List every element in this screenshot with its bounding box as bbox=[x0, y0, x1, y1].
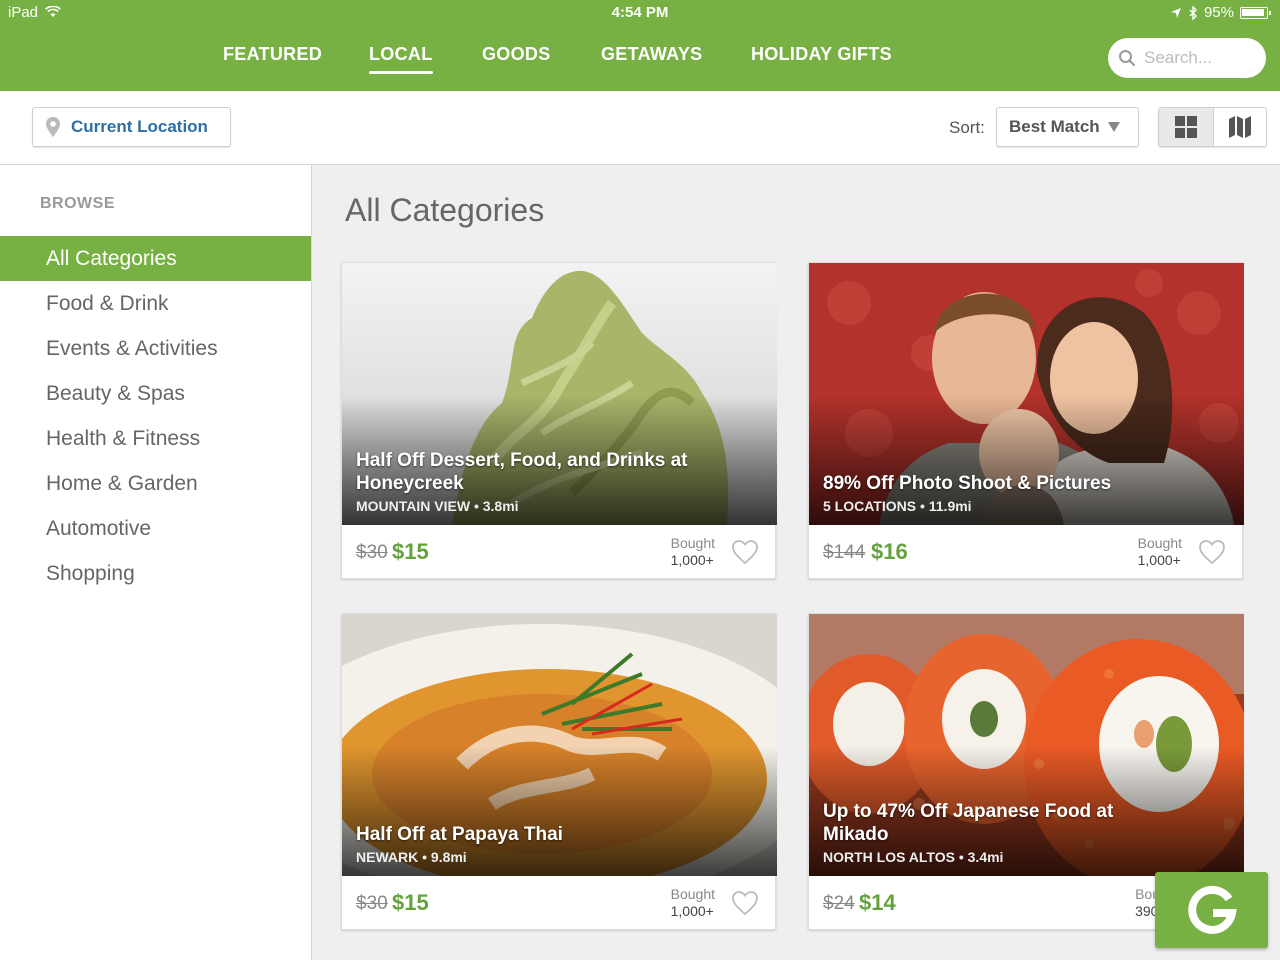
location-arrow-icon bbox=[1170, 7, 1181, 18]
deal-price: $15 bbox=[392, 890, 429, 915]
deal-image-photo-shoot: 89% Off Photo Shoot & Pictures 5 LOCATIO… bbox=[809, 263, 1244, 525]
sort-value: Best Match bbox=[1009, 117, 1100, 136]
deal-location: MOUNTAIN VIEW • 3.8mi bbox=[356, 498, 519, 514]
bought-count: Bought 1,000+ bbox=[1138, 535, 1182, 569]
sidebar-item-shopping[interactable]: Shopping bbox=[0, 551, 311, 596]
chevron-down-icon bbox=[1107, 122, 1120, 132]
deal-price: $14 bbox=[859, 890, 896, 915]
deal-price: $16 bbox=[871, 539, 908, 564]
sidebar-item-food-drink[interactable]: Food & Drink bbox=[0, 281, 311, 326]
map-icon bbox=[1228, 116, 1251, 138]
original-price: $30 bbox=[356, 542, 388, 563]
deal-location: 5 LOCATIONS • 11.9mi bbox=[823, 498, 972, 514]
sort-dropdown[interactable]: Best Match bbox=[996, 107, 1139, 147]
page-title: All Categories bbox=[345, 192, 545, 228]
bought-label: Bought bbox=[670, 886, 715, 902]
heart-icon[interactable] bbox=[731, 890, 759, 916]
deal-image-dessert: Half Off Dessert, Food, and Drinks at Ho… bbox=[342, 263, 777, 525]
tab-goods[interactable]: GOODS bbox=[482, 44, 551, 65]
grid-icon bbox=[1174, 116, 1197, 138]
deal-title: Half Off Dessert, Food, and Drinks at Ho… bbox=[356, 450, 688, 494]
bought-label: Bought bbox=[1137, 535, 1182, 551]
grid-view-button[interactable] bbox=[1159, 108, 1213, 146]
bought-number: 1,000+ bbox=[670, 552, 714, 568]
deal-footer: $144 $16 Bought 1,000+ bbox=[809, 525, 1244, 580]
bought-count: Bought 1,000+ bbox=[671, 886, 715, 920]
filter-toolbar: Current Location Sort: Best Match bbox=[0, 91, 1280, 165]
deal-title: Up to 47% Off Japanese Food at Mikado bbox=[823, 801, 1114, 845]
map-view-button[interactable] bbox=[1212, 108, 1266, 146]
bluetooth-icon bbox=[1189, 5, 1197, 20]
search-box[interactable] bbox=[1108, 38, 1266, 78]
original-price: $30 bbox=[356, 893, 388, 914]
sidebar-item-automotive[interactable]: Automotive bbox=[0, 506, 311, 551]
sidebar-item-home-garden[interactable]: Home & Garden bbox=[0, 461, 311, 506]
browse-heading: BROWSE bbox=[40, 195, 115, 212]
top-header: iPad 4:54 PM 95% FEATURED LOCAL GOODS GE… bbox=[0, 0, 1280, 91]
heart-icon[interactable] bbox=[731, 539, 759, 565]
deal-location: NORTH LOS ALTOS • 3.4mi bbox=[823, 849, 1004, 865]
groupon-logo-button[interactable] bbox=[1155, 872, 1268, 948]
sidebar-item-all-categories[interactable]: All Categories bbox=[0, 236, 311, 281]
sort-label: Sort: bbox=[949, 118, 985, 137]
search-icon bbox=[1119, 50, 1136, 67]
view-toggle bbox=[1158, 107, 1267, 147]
sidebar-item-health-fitness[interactable]: Health & Fitness bbox=[0, 416, 311, 461]
deal-card[interactable]: 89% Off Photo Shoot & Pictures 5 LOCATIO… bbox=[808, 262, 1244, 580]
tab-featured[interactable]: FEATURED bbox=[223, 44, 322, 65]
deal-image-thai: Half Off at Papaya Thai NEWARK • 9.8mi bbox=[342, 614, 777, 876]
heart-icon[interactable] bbox=[1198, 539, 1226, 565]
deal-title: 89% Off Photo Shoot & Pictures bbox=[823, 473, 1112, 494]
map-pin-icon bbox=[46, 117, 60, 137]
status-right: 95% bbox=[1170, 4, 1271, 21]
battery-icon bbox=[1240, 6, 1271, 19]
sidebar-item-beauty-spas[interactable]: Beauty & Spas bbox=[0, 371, 311, 416]
original-price: $144 bbox=[823, 542, 866, 563]
bought-number: 1,000+ bbox=[1137, 552, 1181, 568]
tab-getaways[interactable]: GETAWAYS bbox=[601, 44, 702, 65]
deal-location: NEWARK • 9.8mi bbox=[356, 849, 467, 865]
tab-holiday-gifts[interactable]: HOLIDAY GIFTS bbox=[751, 44, 892, 65]
main-nav: FEATURED LOCAL GOODS GETAWAYS HOLIDAY GI… bbox=[0, 44, 1280, 74]
deal-footer: $30 $15 Bought 1,000+ bbox=[342, 876, 777, 931]
bought-number: 1,000+ bbox=[670, 903, 714, 919]
deal-price: $15 bbox=[392, 539, 429, 564]
battery-percent: 95% bbox=[1203, 4, 1234, 21]
current-location-label: Current Location bbox=[71, 117, 208, 136]
deal-image-sushi: Up to 47% Off Japanese Food at Mikado NO… bbox=[809, 614, 1244, 876]
bought-count: Bought 1,000+ bbox=[671, 535, 715, 569]
deal-card[interactable]: Half Off Dessert, Food, and Drinks at Ho… bbox=[341, 262, 777, 580]
tab-local[interactable]: LOCAL bbox=[369, 44, 433, 74]
original-price: $24 bbox=[823, 893, 855, 914]
category-sidebar: BROWSE All Categories Food & Drink Event… bbox=[0, 165, 312, 960]
clock: 4:54 PM bbox=[611, 4, 669, 21]
groupon-g-icon bbox=[1187, 885, 1237, 934]
current-location-button[interactable]: Current Location bbox=[32, 107, 231, 147]
deal-card[interactable]: Half Off at Papaya Thai NEWARK • 9.8mi $… bbox=[341, 613, 777, 931]
deal-title: Half Off at Papaya Thai bbox=[356, 824, 563, 845]
search-input[interactable] bbox=[1144, 48, 1254, 68]
sidebar-item-events-activities[interactable]: Events & Activities bbox=[0, 326, 311, 371]
deal-footer: $30 $15 Bought 1,000+ bbox=[342, 525, 777, 580]
status-bar: iPad 4:54 PM 95% bbox=[0, 0, 1280, 26]
bought-label: Bought bbox=[670, 535, 715, 551]
